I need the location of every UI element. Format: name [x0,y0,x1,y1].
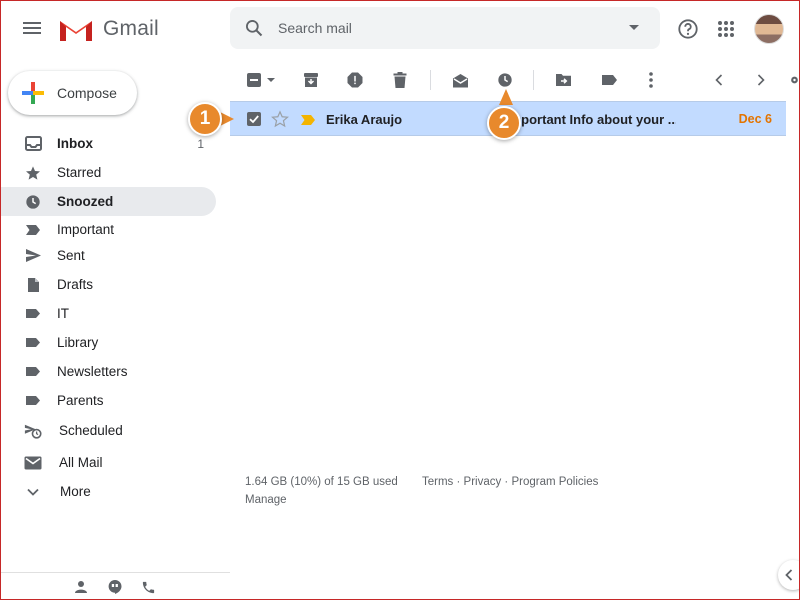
label-icon [24,305,42,323]
sidebar-item-more[interactable]: More [0,477,216,506]
scheduled-icon [24,422,42,440]
star-toggle-icon[interactable] [271,110,289,133]
callout-pointer [220,112,234,126]
inbox-icon [24,135,42,153]
archive-icon[interactable] [300,69,322,91]
older-chevron-right-icon[interactable] [750,69,772,91]
sidebar-item-inbox[interactable]: Inbox 1 [0,129,216,158]
sidebar-item-label: Sent [57,248,85,263]
apps-grid-icon[interactable] [714,17,738,41]
sidebar-item-starred[interactable]: Starred [0,158,216,187]
sidebar-item-label: Snoozed [57,194,114,209]
important-marker-icon[interactable] [300,113,316,131]
sidebar-item-sent[interactable]: Sent [0,241,216,270]
toolbar-divider [533,70,534,90]
search-icon[interactable] [230,18,278,38]
sidebar-item-label: All Mail [59,455,103,470]
more-options-icon[interactable] [640,69,662,91]
email-sender: Erika Araujo [326,112,403,127]
contacts-person-icon[interactable] [72,578,90,596]
label-icon [24,392,42,410]
sidebar-item-it[interactable]: IT [0,299,216,328]
compose-label: Compose [57,85,117,101]
compose-button[interactable]: Compose [8,71,137,115]
clock-icon [24,193,42,211]
star-icon [24,164,42,182]
sidebar-item-label: Newsletters [57,364,128,379]
chevron-down-icon [24,483,42,501]
gmail-m-icon [60,21,92,41]
sidebar-item-label: IT [57,306,69,321]
mail-icon [24,454,42,472]
newer-chevron-left-icon[interactable] [708,69,730,91]
sidebar-item-important[interactable]: Important [0,215,216,244]
message-toolbar [232,62,800,98]
label-icon [24,334,42,352]
gmail-logo[interactable]: Gmail [58,15,159,43]
hangouts-bar [0,572,230,600]
draft-icon [24,276,42,294]
sidebar-item-library[interactable]: Library [0,328,216,357]
toolbar-divider [430,70,431,90]
important-icon [24,221,42,239]
sidebar-item-newsletters[interactable]: Newsletters [0,357,216,386]
sidebar-item-label: Library [57,335,99,350]
unread-count: 1 [197,136,204,151]
mark-as-read-icon[interactable] [449,69,471,91]
account-avatar[interactable] [754,14,784,44]
sidebar-item-label: Scheduled [59,423,123,438]
delete-icon[interactable] [389,69,411,91]
settings-gear-icon[interactable] [789,69,800,91]
footer-policy-links[interactable]: Terms · Privacy · Program Policies [422,476,598,488]
label-icon [24,363,42,381]
sidebar-item-label: More [60,484,91,499]
email-date: Dec 6 [738,112,772,126]
sidebar-item-label: Parents [57,393,104,408]
send-icon [24,247,42,265]
sidebar-item-drafts[interactable]: Drafts [0,270,216,299]
sidebar-item-label: Drafts [57,277,94,292]
hangouts-quote-icon[interactable] [106,578,124,596]
move-to-icon[interactable] [552,69,574,91]
select-checkbox-dropdown[interactable] [244,69,282,91]
search-options-icon[interactable] [608,24,660,32]
sidebar-item-label: Inbox [57,136,93,151]
row-checkbox[interactable] [247,112,261,126]
callout-pointer [499,89,513,105]
storage-usage: 1.64 GB (10%) of 15 GB used [245,476,398,488]
labels-icon[interactable] [598,69,620,91]
sidebar-item-label: Starred [57,165,102,180]
phone-icon[interactable] [139,578,157,596]
search-bar[interactable] [230,7,660,49]
sidebar-item-label: Important [57,222,115,237]
sidebar-item-scheduled[interactable]: Scheduled [0,416,216,445]
app-header: Gmail [0,0,800,58]
app-title: Gmail [103,17,159,40]
step-callout-1: 1 [188,102,222,136]
step-callout-2: 2 [487,106,521,140]
compose-plus-icon [22,82,44,104]
manage-storage-link[interactable]: Manage [245,494,287,506]
help-icon[interactable] [676,17,700,41]
sidebar-item-snoozed[interactable]: Snoozed [0,187,216,216]
main-menu-icon[interactable] [20,19,44,39]
snooze-clock-icon[interactable] [494,69,516,91]
sidebar-item-all-mail[interactable]: All Mail [0,448,216,477]
search-input[interactable] [278,20,608,36]
sidebar-item-parents[interactable]: Parents [0,386,216,415]
side-panel-toggle-icon[interactable] [778,560,800,590]
email-subject: Important Info about your ... [506,112,676,127]
report-spam-icon[interactable] [344,69,366,91]
